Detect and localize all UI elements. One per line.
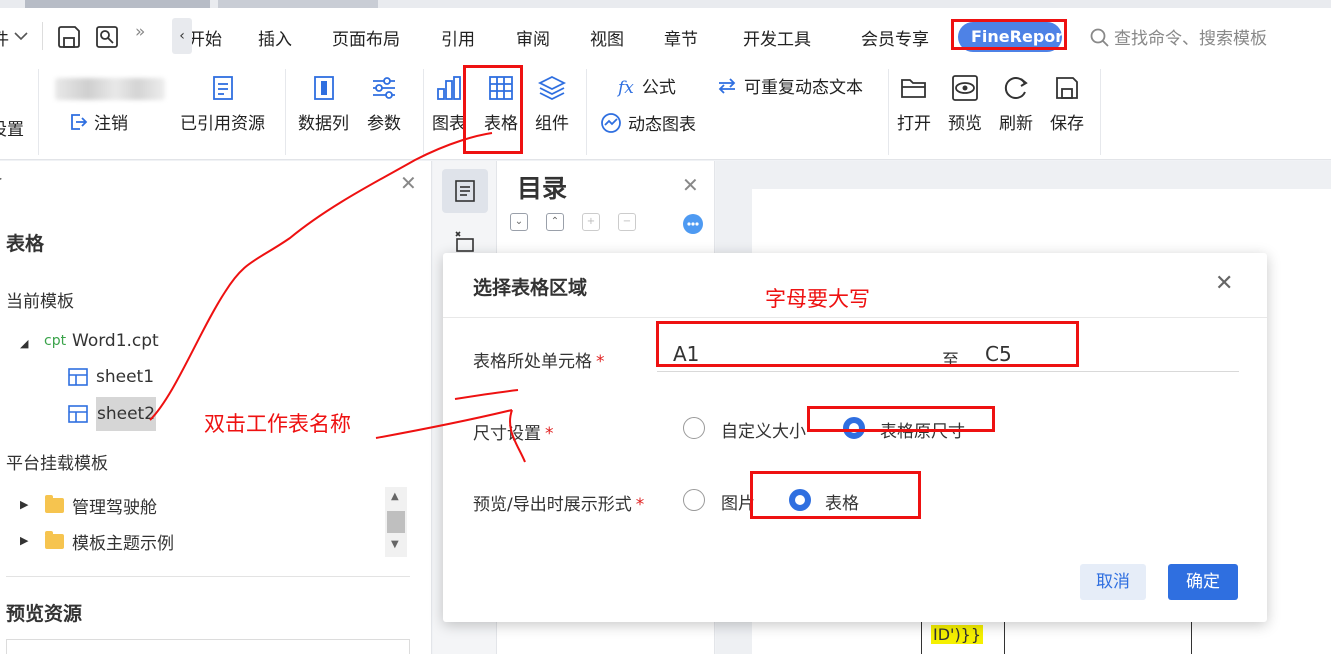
arrow-sheet-to-table bbox=[149, 132, 493, 421]
annotation-arrows bbox=[149, 132, 526, 463]
arrow-stroke bbox=[454, 389, 519, 400]
arrow-note-to-dialog bbox=[375, 409, 526, 463]
